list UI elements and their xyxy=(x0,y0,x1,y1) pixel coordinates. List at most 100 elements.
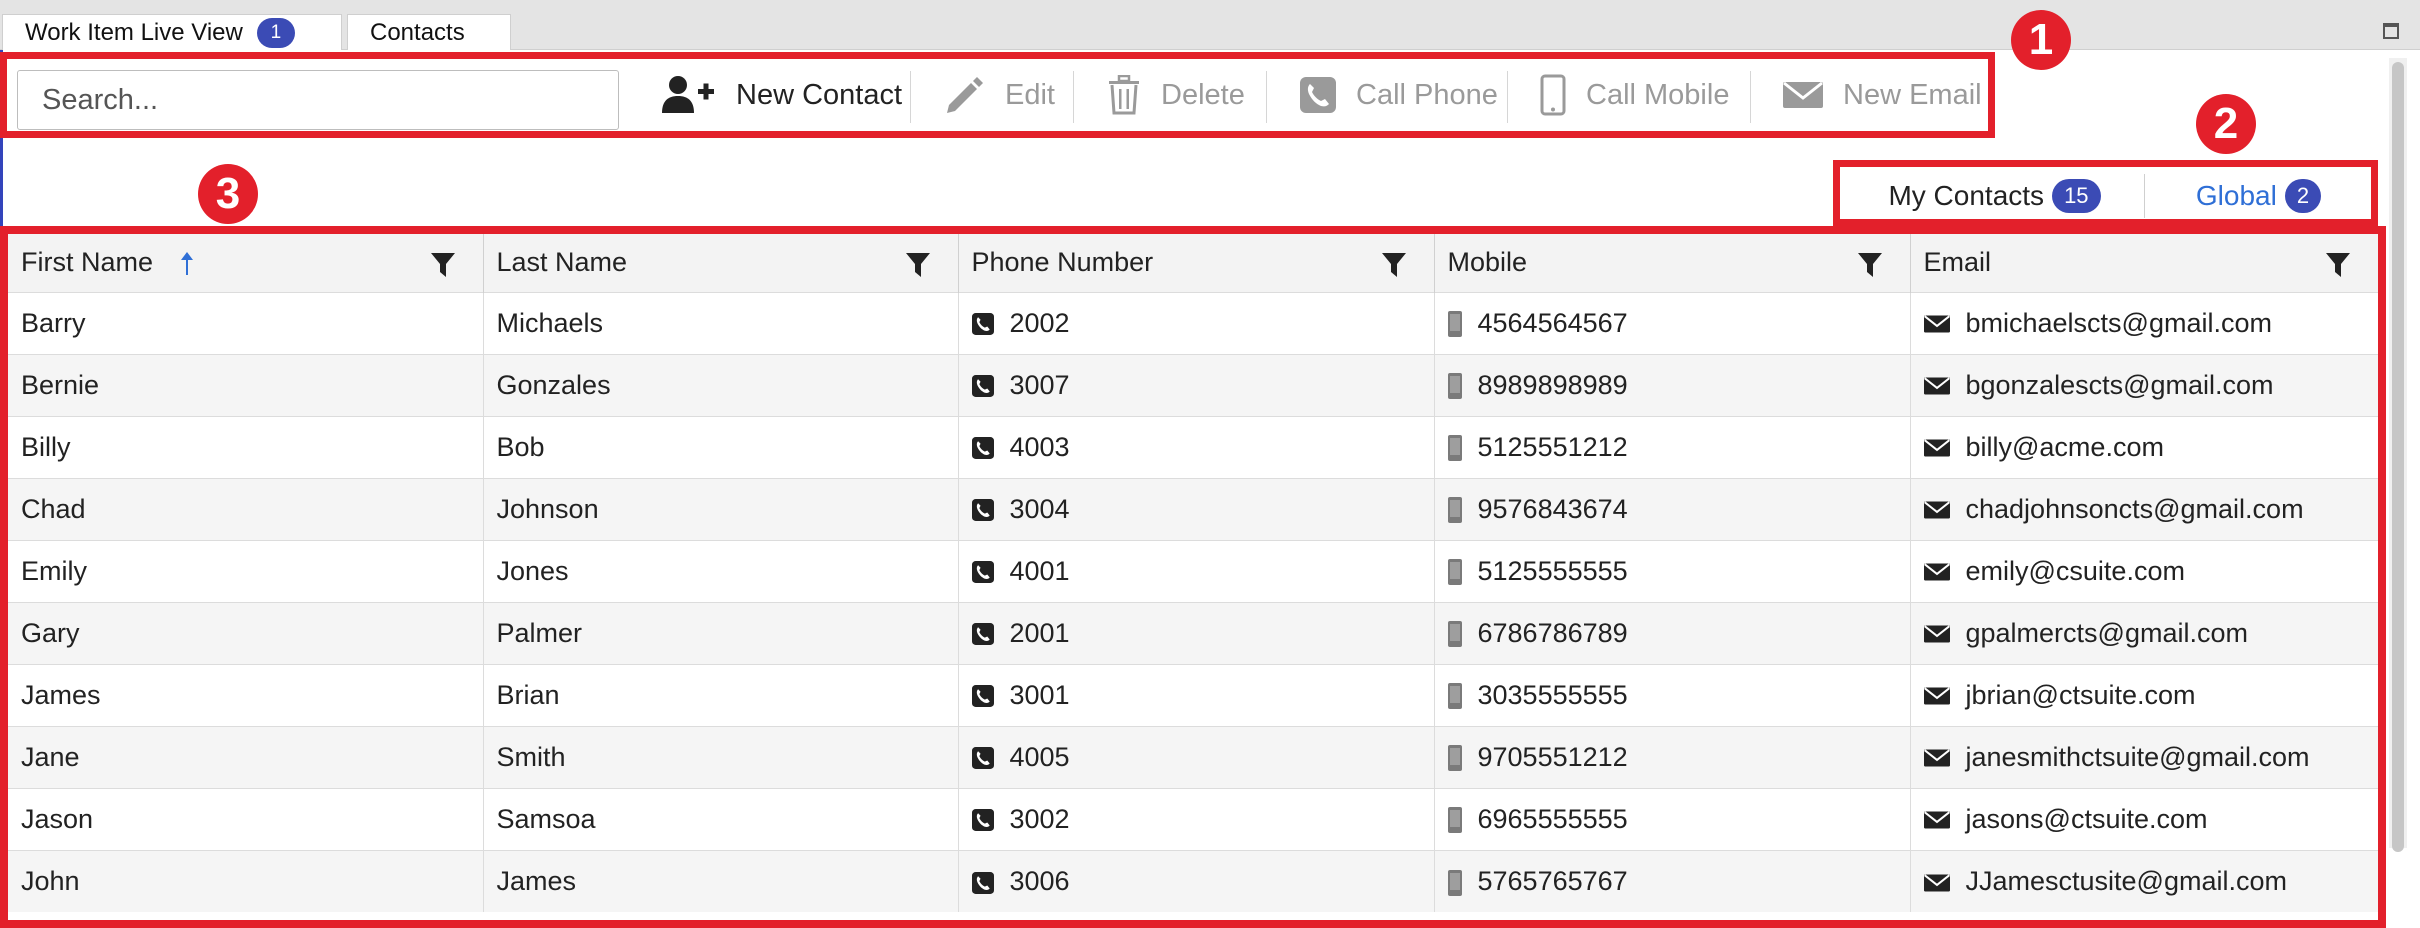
mobile-cell[interactable]: 6965555555 xyxy=(1434,787,1911,850)
first-value: Emily xyxy=(21,555,87,586)
contact-scope-toggle: My Contacts 15 Global 2 xyxy=(1833,160,2378,226)
email-cell[interactable]: billy@acme.com xyxy=(1910,415,2378,478)
phone-cell[interactable]: 4001 xyxy=(958,539,1435,602)
email-value: jbrian@ctsuite.com xyxy=(1965,679,2196,710)
tab-label: Work Item Live View xyxy=(25,18,243,46)
my-contacts-tab[interactable]: My Contacts 15 xyxy=(1845,174,2145,218)
scrollbar-thumb[interactable] xyxy=(2392,62,2404,852)
call-mobile-button[interactable]: Call Mobile xyxy=(1540,59,1729,131)
first-value: Jason xyxy=(21,803,94,834)
phone-cell[interactable]: 4003 xyxy=(958,415,1435,478)
maximize-icon[interactable] xyxy=(2383,23,2399,39)
first-name-cell: Chad xyxy=(8,477,484,540)
grid-body: Barry Michaels 2002 4564564567 bmichaels… xyxy=(8,291,2378,912)
table-row[interactable]: John James 3006 5765765767 JJamesctusite… xyxy=(8,849,2378,912)
last-value: Brian xyxy=(496,679,560,710)
call-mobile-label: Call Mobile xyxy=(1586,78,1730,111)
phone-value: 3007 xyxy=(1009,369,1070,400)
mobile-cell[interactable]: 5125555555 xyxy=(1434,539,1911,602)
email-cell[interactable]: gpalmercts@gmail.com xyxy=(1910,601,2378,664)
phone-cell[interactable]: 3004 xyxy=(958,477,1435,540)
last-value: James xyxy=(496,865,577,896)
table-row[interactable]: Jason Samsoa 3002 6965555555 jasons@ctsu… xyxy=(8,787,2378,850)
phone-cell[interactable]: 4005 xyxy=(958,725,1435,788)
new-email-button[interactable]: New Email xyxy=(1783,59,1982,131)
column-header-mobile[interactable]: Mobile xyxy=(1434,234,1911,292)
mobile-cell[interactable]: 4564564567 xyxy=(1434,291,1911,354)
table-row[interactable]: Emily Jones 4001 5125555555 emily@csuite… xyxy=(8,539,2378,602)
email-cell[interactable]: emily@csuite.com xyxy=(1910,539,2378,602)
first-value: Billy xyxy=(21,431,71,462)
email-cell[interactable]: jbrian@ctsuite.com xyxy=(1910,663,2378,726)
envelope-icon xyxy=(1923,439,1950,457)
tab-contacts[interactable]: Contacts xyxy=(347,14,511,50)
column-header-email[interactable]: Email xyxy=(1910,234,2378,292)
vertical-scrollbar[interactable] xyxy=(2389,58,2407,852)
mobile-icon xyxy=(1447,745,1462,772)
new-contact-label: New Contact xyxy=(736,78,903,111)
phone-cell[interactable]: 2002 xyxy=(958,291,1435,354)
first-value: Bernie xyxy=(21,369,100,400)
mobile-cell[interactable]: 3035555555 xyxy=(1434,663,1911,726)
phone-cell[interactable]: 3006 xyxy=(958,849,1435,912)
delete-button[interactable]: Delete xyxy=(1107,59,1245,131)
call-phone-button[interactable]: Call Phone xyxy=(1300,59,1498,131)
last-name-cell: Michaels xyxy=(483,291,959,354)
first-name-cell: Barry xyxy=(8,291,484,354)
toolbar-divider xyxy=(1073,71,1074,123)
tab-work-item-live-view[interactable]: Work Item Live View 1 xyxy=(2,14,342,50)
search-input[interactable] xyxy=(17,70,619,130)
mobile-cell[interactable]: 6786786789 xyxy=(1434,601,1911,664)
tab-count-badge: 1 xyxy=(256,17,295,48)
last-name-cell: Samsoa xyxy=(483,787,959,850)
filter-icon[interactable] xyxy=(1381,253,1406,277)
table-row[interactable]: Gary Palmer 2001 6786786789 gpalmercts@g… xyxy=(8,601,2378,664)
email-value: gpalmercts@gmail.com xyxy=(1965,617,2249,648)
last-name-cell: Smith xyxy=(483,725,959,788)
table-row[interactable]: Jane Smith 4005 9705551212 janesmithctsu… xyxy=(8,725,2378,788)
column-header-phone-number[interactable]: Phone Number xyxy=(958,234,1435,292)
email-cell[interactable]: bmichaelscts@gmail.com xyxy=(1910,291,2378,354)
column-header-last-name[interactable]: Last Name xyxy=(483,234,959,292)
mobile-cell[interactable]: 8989898989 xyxy=(1434,353,1911,416)
table-row[interactable]: Billy Bob 4003 5125551212 billy@acme.com xyxy=(8,415,2378,478)
phone-cell[interactable]: 2001 xyxy=(958,601,1435,664)
filter-icon[interactable] xyxy=(2325,253,2350,277)
filter-icon[interactable] xyxy=(430,253,455,277)
new-contact-button[interactable]: New Contact xyxy=(662,59,902,131)
mobile-value: 6786786789 xyxy=(1477,617,1628,648)
phone-cell[interactable]: 3007 xyxy=(958,353,1435,416)
mobile-cell[interactable]: 5125551212 xyxy=(1434,415,1911,478)
email-cell[interactable]: JJamesctusite@gmail.com xyxy=(1910,849,2378,912)
mobile-cell[interactable]: 9705551212 xyxy=(1434,725,1911,788)
phone-cell[interactable]: 3002 xyxy=(958,787,1435,850)
mobile-cell[interactable]: 9576843674 xyxy=(1434,477,1911,540)
filter-icon[interactable] xyxy=(1857,253,1882,277)
email-cell[interactable]: bgonzalescts@gmail.com xyxy=(1910,353,2378,416)
last-name-cell: James xyxy=(483,849,959,912)
table-row[interactable]: Bernie Gonzales 3007 8989898989 bgonzale… xyxy=(8,353,2378,416)
sort-ascending-icon xyxy=(181,252,193,275)
mobile-value: 9576843674 xyxy=(1477,493,1628,524)
mobile-value: 5765765767 xyxy=(1477,865,1628,896)
filter-icon[interactable] xyxy=(905,253,930,277)
email-cell[interactable]: janesmithctsuite@gmail.com xyxy=(1910,725,2378,788)
edit-button[interactable]: Edit xyxy=(943,59,1055,131)
phone-cell[interactable]: 3001 xyxy=(958,663,1435,726)
email-cell[interactable]: jasons@ctsuite.com xyxy=(1910,787,2378,850)
table-row[interactable]: Chad Johnson 3004 9576843674 chadjohnson… xyxy=(8,477,2378,540)
table-row[interactable]: James Brian 3001 3035555555 jbrian@ctsui… xyxy=(8,663,2378,726)
first-name-cell: Jason xyxy=(8,787,484,850)
mobile-icon xyxy=(1447,621,1462,648)
table-row[interactable]: Barry Michaels 2002 4564564567 bmichaels… xyxy=(8,291,2378,354)
email-cell[interactable]: chadjohnsoncts@gmail.com xyxy=(1910,477,2378,540)
last-name-cell: Jones xyxy=(483,539,959,602)
mobile-icon xyxy=(1447,869,1462,896)
phone-icon xyxy=(971,561,994,584)
toolbar-divider xyxy=(1750,71,1751,123)
first-name-cell: Emily xyxy=(8,539,484,602)
column-header-first-name[interactable]: First Name xyxy=(8,234,484,292)
last-value: Palmer xyxy=(496,617,583,648)
global-tab[interactable]: Global 2 xyxy=(2146,174,2371,218)
mobile-cell[interactable]: 5765765767 xyxy=(1434,849,1911,912)
